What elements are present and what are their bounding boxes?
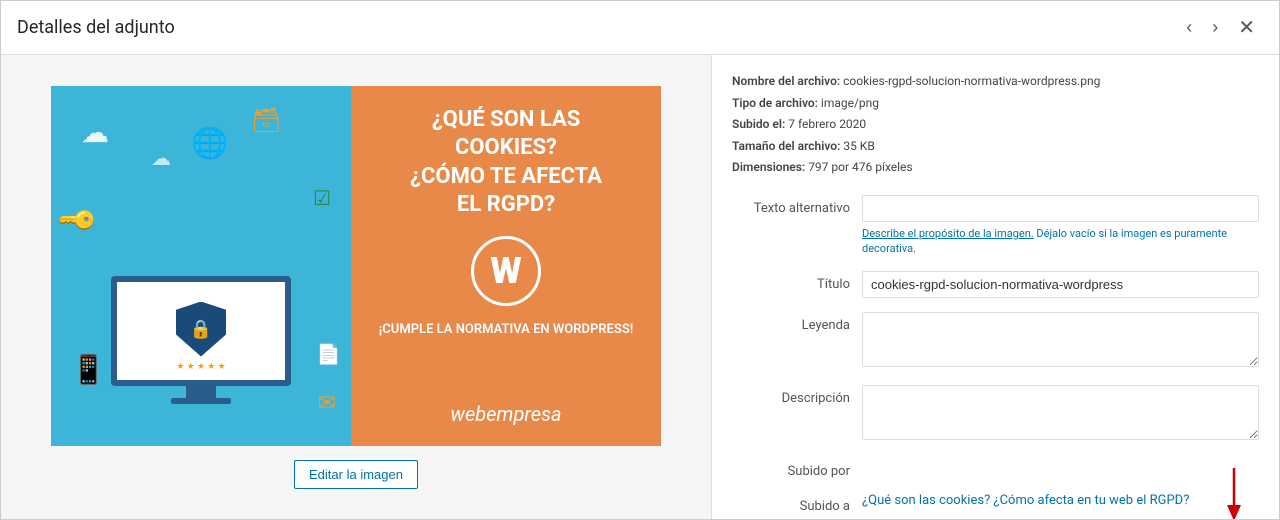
check-icon: ☑ xyxy=(313,186,331,210)
uploaded-by-label: Subido por xyxy=(732,458,862,479)
shield-body: 🔒 xyxy=(176,302,226,357)
title-row: Título xyxy=(732,271,1259,298)
caption-textarea[interactable] xyxy=(862,312,1259,367)
alt-hint-link[interactable]: Describe el propósito de la imagen. xyxy=(862,227,1034,240)
description-row: Descripción xyxy=(732,385,1259,444)
title-label: Título xyxy=(732,271,862,292)
image-right-section: ¿QUÉ SON LAS COOKIES? ¿CÓMO TE AFECTA EL… xyxy=(351,86,661,446)
subido-el-value: 7 febrero 2020 xyxy=(788,117,866,131)
dimensiones-label: Dimensiones: xyxy=(732,160,805,174)
nombre-value: cookies-rgpd-solucion-normativa-wordpres… xyxy=(843,74,1100,88)
briefcase-icon: 🗃 xyxy=(251,106,281,134)
nombre-label: Nombre del archivo: xyxy=(732,74,840,88)
caption-field xyxy=(862,312,1259,371)
alt-text-field: Describe el propósito de la imagen. Déja… xyxy=(862,195,1259,257)
red-arrow-svg xyxy=(1199,463,1249,519)
image-brand: webempresa xyxy=(450,402,561,426)
header-navigation: ‹ › ✕ xyxy=(1178,11,1263,44)
stars-decoration: ★ ★ ★ ★ ★ xyxy=(176,362,225,372)
uploaded-by-row: Subido por xyxy=(732,458,1259,479)
edit-image-button[interactable]: Editar la imagen xyxy=(294,460,418,489)
uploaded-to-link[interactable]: ¿Qué son las cookies? ¿Cómo afecta en tu… xyxy=(862,493,1189,508)
dialog-title: Detalles del adjunto xyxy=(17,17,175,38)
image-subtitle: ¡CUMPLE LA NORMATIVA EN WORDPRESS! xyxy=(379,322,634,337)
document-icon: 📄 xyxy=(316,342,341,366)
attachment-details-dialog: Detalles del adjunto ‹ › ✕ ☁ ☁ 🌐 🗃 🔑 xyxy=(0,0,1280,520)
description-textarea[interactable] xyxy=(862,385,1259,440)
tipo-value: image/png xyxy=(821,96,879,110)
alt-text-hint: Describe el propósito de la imagen. Déja… xyxy=(862,226,1259,257)
uploaded-to-label: Subido a xyxy=(732,493,862,514)
caption-label: Leyenda xyxy=(732,312,862,333)
title-field xyxy=(862,271,1259,298)
dimensiones-value: 797 por 476 píxeles xyxy=(808,160,912,174)
tamano-value: 35 KB xyxy=(843,139,874,153)
tipo-label: Tipo de archivo: xyxy=(732,96,818,110)
image-panel: ☁ ☁ 🌐 🗃 🔑 ☑ 📱 ✉ 📄 xyxy=(1,55,711,519)
dialog-header: Detalles del adjunto ‹ › ✕ xyxy=(1,1,1279,55)
description-label: Descripción xyxy=(732,385,862,406)
cloud-icon-2: ☁ xyxy=(151,146,171,170)
globe-icon: 🌐 xyxy=(191,126,228,161)
image-left-section: ☁ ☁ 🌐 🗃 🔑 ☑ 📱 ✉ 📄 xyxy=(51,86,351,446)
description-field xyxy=(862,385,1259,444)
cloud-icon-1: ☁ xyxy=(81,116,109,149)
close-button[interactable]: ✕ xyxy=(1230,11,1263,44)
title-input[interactable] xyxy=(862,271,1259,298)
tamano-label: Tamaño del archivo: xyxy=(732,139,840,153)
monitor-screen: 🔒 ★ ★ ★ ★ ★ xyxy=(111,276,291,386)
dialog-body: ☁ ☁ 🌐 🗃 🔑 ☑ 📱 ✉ 📄 xyxy=(1,55,1279,519)
uploaded-to-row: Subido a ¿Qué son las cookies? ¿Cómo afe… xyxy=(732,493,1259,514)
monitor-decoration: 🔒 ★ ★ ★ ★ ★ xyxy=(101,276,301,406)
key-icon: 🔑 xyxy=(55,198,99,242)
alt-text-row: Texto alternativo Describe el propósito … xyxy=(732,195,1259,257)
alt-text-input[interactable] xyxy=(862,195,1259,222)
lock-icon: 🔒 xyxy=(190,319,212,340)
metadata-panel: Nombre del archivo: cookies-rgpd-solucio… xyxy=(711,55,1279,519)
envelope-icon: ✉ xyxy=(318,391,336,416)
file-info: Nombre del archivo: cookies-rgpd-solucio… xyxy=(732,71,1259,179)
prev-button[interactable]: ‹ xyxy=(1178,13,1200,42)
monitor-stand xyxy=(186,386,216,398)
shield-decoration: 🔒 xyxy=(176,302,226,360)
subido-el-label: Subido el: xyxy=(732,117,785,131)
next-button[interactable]: › xyxy=(1204,13,1226,42)
monitor-base xyxy=(171,398,231,404)
alt-text-label: Texto alternativo xyxy=(732,195,862,216)
image-wrapper: ☁ ☁ 🌐 🗃 🔑 ☑ 📱 ✉ 📄 xyxy=(51,86,661,446)
image-title: ¿QUÉ SON LAS COOKIES? ¿CÓMO TE AFECTA EL… xyxy=(410,106,602,220)
wordpress-logo: W xyxy=(471,236,541,306)
caption-row: Leyenda xyxy=(732,312,1259,371)
image-preview: ☁ ☁ 🌐 🗃 🔑 ☑ 📱 ✉ 📄 xyxy=(51,86,661,446)
